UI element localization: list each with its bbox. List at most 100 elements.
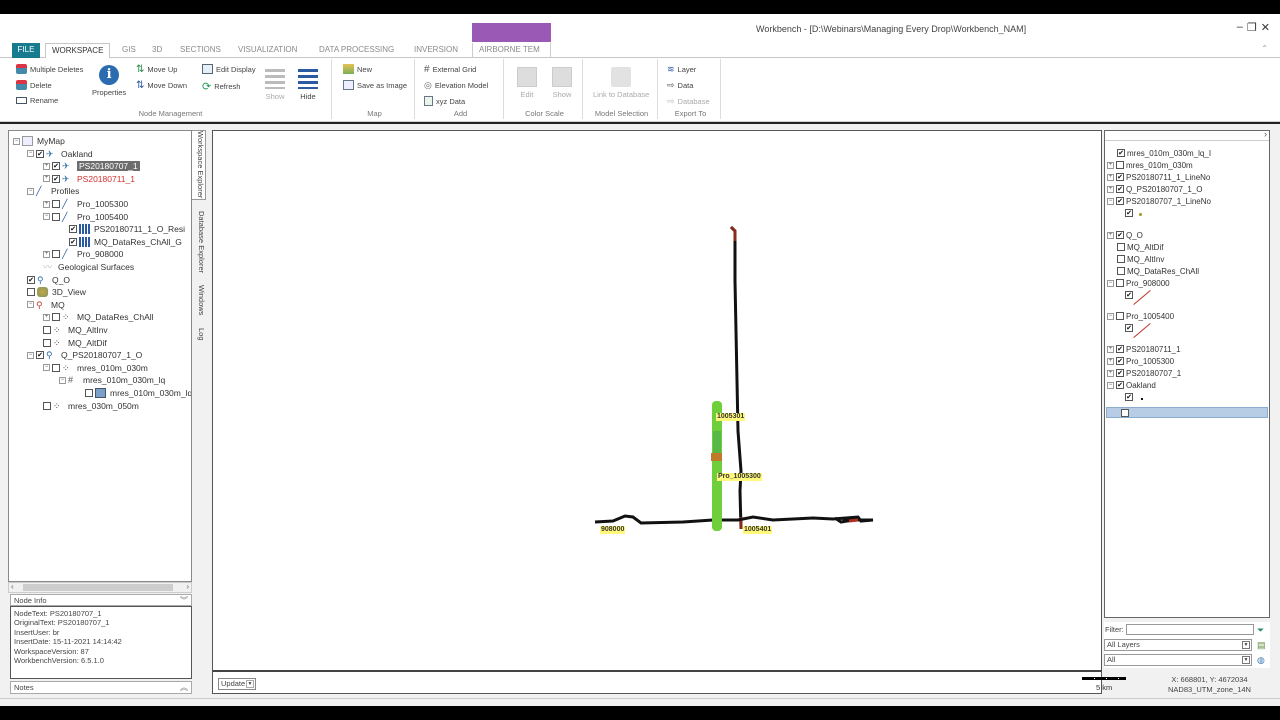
legend-checkbox[interactable]: ✔ <box>1125 393 1133 401</box>
tree-item[interactable]: mres_010m_030m_lq <box>85 387 191 399</box>
map-canvas[interactable]: 1005301 Pro_1005300 908000 1005401 <box>212 130 1102 684</box>
tree-item[interactable]: ⁘ MQ_AltDif <box>43 337 107 349</box>
legend-checkbox[interactable]: ✔ <box>1125 324 1133 332</box>
legend-checkbox[interactable]: ✔ <box>1125 291 1133 299</box>
layers-select[interactable]: All Layers ▼ <box>1104 639 1252 651</box>
layer-row[interactable]: − ✔ PS20180707_1_LineNo <box>1107 195 1211 207</box>
layer-row-selected[interactable] <box>1106 407 1268 418</box>
rename-button[interactable]: Rename <box>16 96 58 105</box>
move-up-button[interactable]: ⇅ Move Up <box>136 64 177 75</box>
chevron-right-icon[interactable]: › <box>1264 129 1267 139</box>
expand-icon[interactable]: + <box>1107 185 1114 193</box>
external-grid-button[interactable]: # External Grid <box>424 64 476 75</box>
tree-checkbox[interactable]: ✔ <box>69 225 77 234</box>
export-database-button[interactable]: ⇨ Database <box>667 96 710 107</box>
dropdown-arrow-icon[interactable]: ▼ <box>1242 656 1250 664</box>
hide-button[interactable]: Hide <box>298 69 318 101</box>
tab-workspace-explorer[interactable]: Workspace Explorer <box>192 130 206 200</box>
add-layer-icon[interactable]: ▤ <box>1257 640 1268 651</box>
collapse-icon[interactable]: − <box>13 137 20 145</box>
chevron-up-icon[interactable]: ︽ <box>180 682 188 694</box>
layer-checkbox[interactable]: ✔ <box>1116 185 1124 193</box>
tree-item[interactable]: + ╱ Pro_908000 <box>43 248 123 260</box>
tree-item[interactable]: − ✔ ✈ Oakland <box>27 148 93 160</box>
layer-row[interactable]: MQ_DataRes_ChAll <box>1117 265 1199 277</box>
tab-windows[interactable]: Windows <box>192 282 206 318</box>
node-info-header[interactable]: Node Info ︾ <box>10 594 192 606</box>
layer-checkbox[interactable]: ✔ <box>1117 149 1125 157</box>
layer-checkbox[interactable]: ✔ <box>1116 357 1124 365</box>
tree-item[interactable]: ⁘ MQ_AltInv <box>43 324 108 336</box>
collapse-icon[interactable]: − <box>59 376 66 384</box>
tree-checkbox[interactable]: ✔ <box>52 162 60 171</box>
tree-checkbox[interactable] <box>43 401 51 410</box>
tree-item[interactable]: − ╱ Pro_1005400 <box>43 211 128 223</box>
link-to-database-button[interactable]: Link to Database <box>593 67 649 99</box>
layer-row[interactable]: − Pro_1005400 <box>1107 310 1174 322</box>
tree-item[interactable]: ✔ ⚲ Q_O <box>27 274 70 286</box>
layer-checkbox[interactable]: ✔ <box>1116 173 1124 181</box>
layer-row[interactable]: + ✔ PS20180707_1 <box>1107 367 1181 379</box>
tree-checkbox[interactable] <box>85 389 93 397</box>
layer-checkbox[interactable] <box>1116 279 1124 287</box>
tree-item[interactable]: − MyMap <box>13 135 65 147</box>
tab-visualization[interactable]: VISUALIZATION <box>232 43 303 58</box>
layer-checkbox[interactable]: ✔ <box>1116 197 1124 205</box>
expand-icon[interactable]: + <box>1107 173 1114 181</box>
edit-display-button[interactable]: Edit Display <box>202 64 256 74</box>
layer-checkbox[interactable] <box>1116 161 1124 169</box>
expand-icon[interactable]: + <box>43 175 50 183</box>
dropdown-arrow-icon[interactable]: ▼ <box>246 680 254 688</box>
expand-icon[interactable]: + <box>1107 161 1114 169</box>
minimize-button[interactable]: – <box>1237 21 1243 34</box>
show-color-scale-button[interactable]: Show <box>552 67 572 99</box>
new-map-button[interactable]: New <box>343 64 372 74</box>
tree-checkbox[interactable] <box>52 313 60 322</box>
tree-checkbox[interactable] <box>52 212 60 221</box>
collapse-icon[interactable]: − <box>1107 312 1114 320</box>
tree-item[interactable]: − ╱ Profiles <box>27 185 79 197</box>
chevron-down-icon[interactable]: ︾ <box>180 595 188 606</box>
tab-inversion[interactable]: INVERSION <box>408 43 464 58</box>
legend-checkbox[interactable]: ✔ <box>1125 209 1133 217</box>
expand-icon[interactable]: + <box>43 200 50 208</box>
map-svg[interactable] <box>213 131 1101 671</box>
layer-row[interactable]: + ✔ Q_O <box>1107 229 1143 241</box>
tree-checkbox[interactable] <box>52 363 60 372</box>
tab-workspace[interactable]: WORKSPACE <box>45 43 111 59</box>
collapse-icon[interactable]: − <box>27 351 34 359</box>
tab-gis[interactable]: GIS <box>116 43 142 58</box>
layer-checkbox[interactable] <box>1116 312 1124 320</box>
tree-horizontal-scrollbar[interactable]: ‹ › <box>8 582 192 593</box>
scroll-left-icon[interactable]: ‹ <box>11 582 14 591</box>
notes-header[interactable]: Notes ︽ <box>10 681 192 694</box>
layer-checkbox[interactable]: ✔ <box>1116 345 1124 353</box>
tree-item[interactable]: 〰 Geological Surfaces <box>43 261 134 273</box>
layer-checkbox[interactable] <box>1117 267 1125 275</box>
layer-checkbox[interactable] <box>1121 409 1129 417</box>
edit-color-scale-button[interactable]: Edit <box>517 67 537 99</box>
tree-item[interactable]: ⁘ mres_030m_050m <box>43 400 139 412</box>
tree-checkbox[interactable]: ✔ <box>36 351 44 360</box>
expand-icon[interactable]: + <box>43 313 50 321</box>
tree-item[interactable]: − # mres_010m_030m_lq <box>59 374 165 386</box>
tree-checkbox[interactable] <box>43 326 51 334</box>
tree-checkbox[interactable]: ✔ <box>27 275 35 284</box>
layer-checkbox[interactable] <box>1117 243 1125 251</box>
tree-item[interactable]: + ╱ Pro_1005300 <box>43 198 128 210</box>
layer-row[interactable]: ✔ mres_010m_030m_lq_I <box>1117 147 1211 159</box>
filter-icon[interactable]: ⏷ <box>1257 625 1268 636</box>
layer-checkbox[interactable] <box>1117 255 1125 263</box>
tab-sections[interactable]: SECTIONS <box>174 43 227 58</box>
tree-item[interactable]: ✔ MQ_DataRes_ChAll_G <box>69 236 182 248</box>
expand-icon[interactable]: + <box>43 162 50 170</box>
tree-checkbox[interactable] <box>52 250 60 259</box>
export-data-button[interactable]: ⇨ Data <box>667 80 693 91</box>
collapse-icon[interactable]: − <box>1107 197 1114 205</box>
tab-database-explorer[interactable]: Database Explorer <box>192 206 206 278</box>
scrollbar-thumb[interactable] <box>23 584 173 591</box>
move-down-button[interactable]: ⇅ Move Down <box>136 80 187 91</box>
save-as-image-button[interactable]: Save as Image <box>343 80 407 90</box>
collapse-icon[interactable]: − <box>43 213 50 221</box>
tree-item[interactable]: + ✔ ✈ PS20180711_1 <box>43 173 135 185</box>
